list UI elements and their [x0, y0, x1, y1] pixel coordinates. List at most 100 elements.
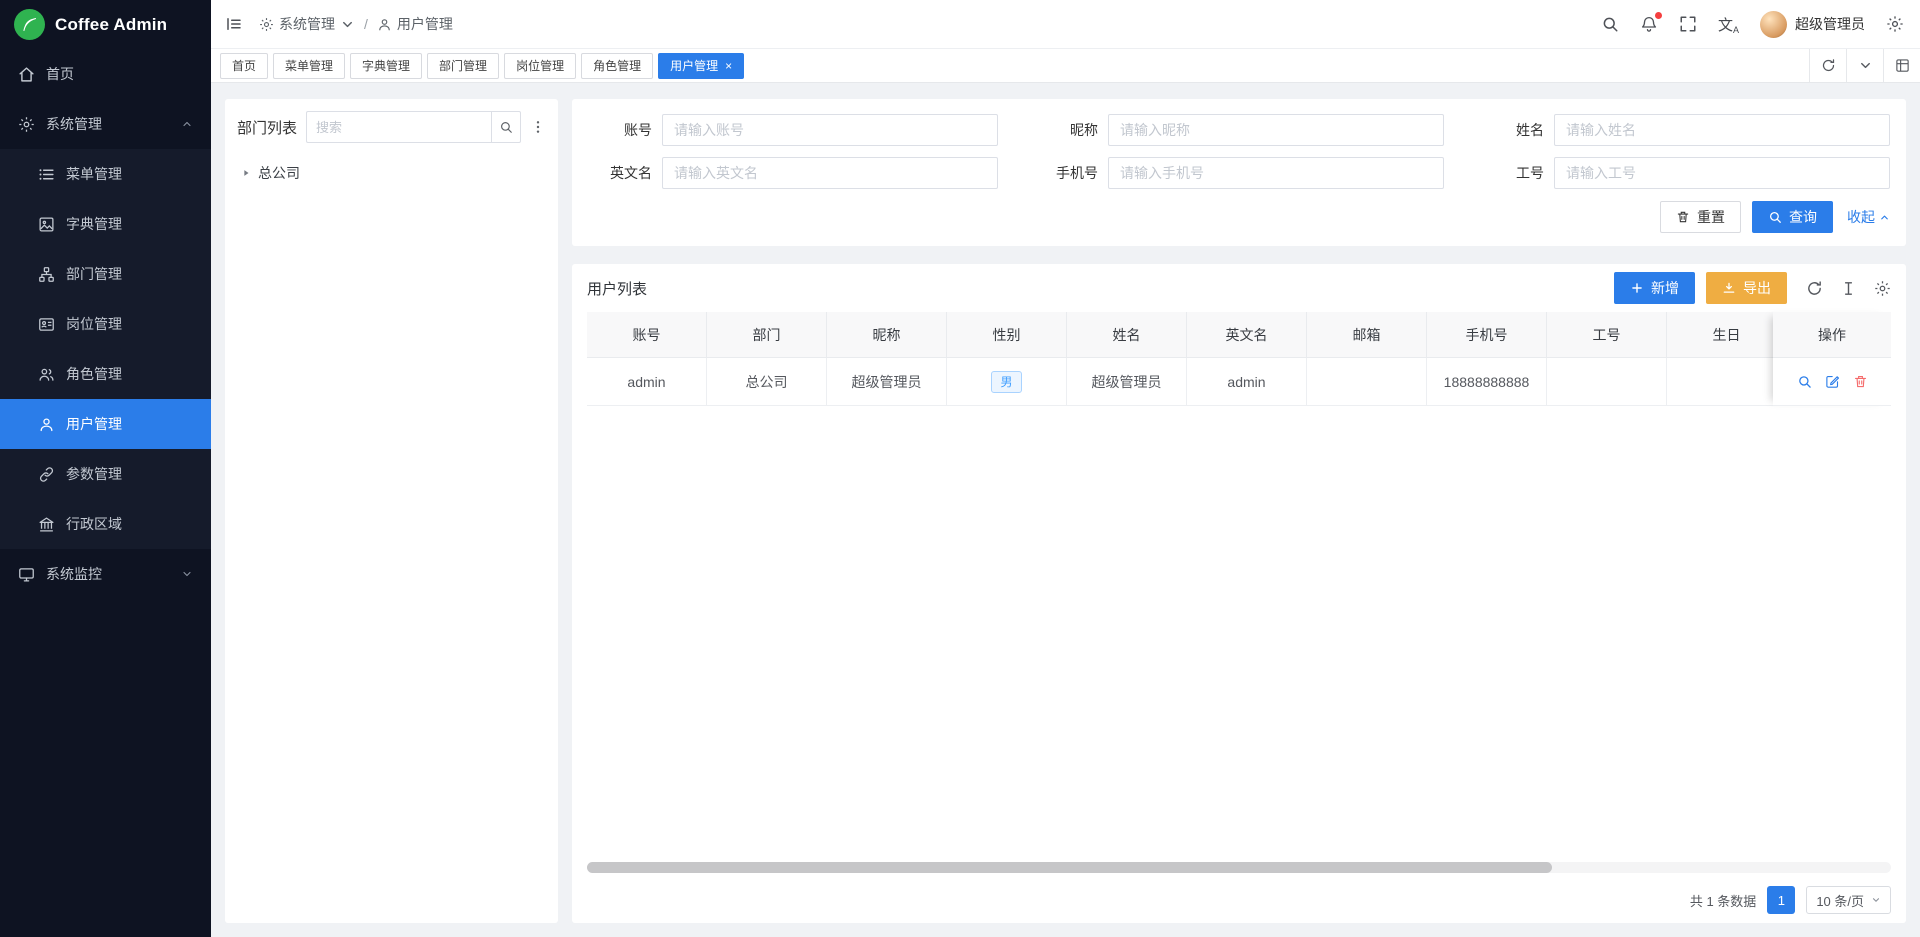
tab-list: 首页 菜单管理 字典管理 部门管理 岗位管理 角色管理 用户管理 × — [220, 53, 1809, 79]
bank-icon — [38, 516, 55, 533]
settings-gear-icon[interactable] — [1886, 15, 1904, 33]
edit-icon[interactable] — [1825, 374, 1840, 389]
user-list-actions: 新增 导出 — [1614, 272, 1891, 304]
refresh-icon[interactable] — [1806, 280, 1823, 297]
id-card-icon — [38, 316, 55, 333]
cell-gender: 男 — [947, 358, 1067, 405]
form-item-phone: 手机号 — [1034, 157, 1444, 189]
bell-icon[interactable] — [1640, 15, 1658, 33]
search-icon — [1768, 210, 1782, 224]
page-size-select[interactable]: 10 条/页 — [1806, 886, 1891, 914]
fullscreen-icon[interactable] — [1679, 15, 1697, 33]
cell-phone: 18888888888 — [1427, 358, 1547, 405]
table-toolbar — [1806, 280, 1891, 297]
export-button[interactable]: 导出 — [1706, 272, 1787, 304]
search-icon[interactable] — [1601, 15, 1619, 33]
translate-icon[interactable]: 文A — [1718, 14, 1739, 35]
content: 部门列表 总公司 — [211, 83, 1920, 937]
tab-menu-management[interactable]: 菜单管理 — [273, 53, 345, 79]
tab-role-management[interactable]: 角色管理 — [581, 53, 653, 79]
column-height-icon[interactable] — [1840, 280, 1857, 297]
sidebar-item-label: 行政区域 — [66, 514, 193, 534]
sidebar-item-label: 部门管理 — [66, 264, 193, 284]
sidebar-item-home[interactable]: 首页 — [0, 49, 211, 99]
user-icon — [38, 416, 55, 433]
breadcrumb-label: 系统管理 — [279, 14, 335, 34]
tab-post-management[interactable]: 岗位管理 — [504, 53, 576, 79]
column-header: 性别 — [947, 312, 1067, 357]
user-menu[interactable]: 超级管理员 — [1760, 11, 1865, 38]
sidebar-item-role-management[interactable]: 角色管理 — [0, 349, 211, 399]
sidebar-item-user-management[interactable]: 用户管理 — [0, 399, 211, 449]
gear-icon[interactable] — [1874, 280, 1891, 297]
form-item-account: 账号 — [588, 114, 998, 146]
tab-dict-management[interactable]: 字典管理 — [350, 53, 422, 79]
breadcrumb-system-management[interactable]: 系统管理 — [259, 14, 355, 34]
sidebar-item-system-monitor[interactable]: 系统监控 — [0, 549, 211, 599]
sidebar-item-region-management[interactable]: 行政区域 — [0, 499, 211, 549]
sidebar-fold-icon[interactable] — [225, 15, 243, 33]
account-input[interactable] — [662, 114, 998, 146]
query-button[interactable]: 查询 — [1752, 201, 1833, 233]
nickname-input[interactable] — [1108, 114, 1444, 146]
user-icon — [377, 17, 392, 32]
page-number-button[interactable]: 1 — [1767, 886, 1795, 914]
breadcrumb-label: 用户管理 — [397, 14, 453, 34]
sidebar-item-dict-management[interactable]: 字典管理 — [0, 199, 211, 249]
phone-input[interactable] — [1108, 157, 1444, 189]
reset-button[interactable]: 重置 — [1660, 201, 1741, 233]
user-table: 账号 部门 昵称 性别 姓名 英文名 邮箱 手机号 工号 生日 ad — [587, 312, 1891, 877]
search-icon[interactable] — [491, 111, 521, 143]
department-search-input[interactable] — [306, 111, 491, 143]
app-logo[interactable]: Coffee Admin — [0, 0, 211, 49]
english-name-input[interactable] — [662, 157, 998, 189]
tab-dept-management[interactable]: 部门管理 — [427, 53, 499, 79]
main-area: 系统管理 / 用户管理 文A 超级管理员 — [211, 0, 1920, 937]
scrollbar-thumb[interactable] — [587, 862, 1552, 873]
tab-home[interactable]: 首页 — [220, 53, 268, 79]
breadcrumb-separator: / — [364, 16, 368, 32]
sidebar-item-label: 岗位管理 — [66, 314, 193, 334]
delete-icon[interactable] — [1853, 374, 1868, 389]
table-header-row: 账号 部门 昵称 性别 姓名 英文名 邮箱 手机号 工号 生日 — [587, 312, 1891, 358]
department-panel: 部门列表 总公司 — [225, 99, 558, 923]
sidebar-item-menu-management[interactable]: 菜单管理 — [0, 149, 211, 199]
tree-node-head-office[interactable]: 总公司 — [237, 158, 546, 188]
sidebar-item-dept-management[interactable]: 部门管理 — [0, 249, 211, 299]
tab-user-management[interactable]: 用户管理 × — [658, 53, 744, 79]
caret-right-icon[interactable] — [241, 168, 251, 178]
chevron-up-icon — [1879, 212, 1890, 223]
breadcrumb-user-management[interactable]: 用户管理 — [377, 14, 453, 34]
view-icon[interactable] — [1797, 374, 1812, 389]
org-tree-icon — [38, 266, 55, 283]
add-user-button[interactable]: 新增 — [1614, 272, 1695, 304]
coffee-leaf-icon — [14, 9, 45, 40]
form-item-work-id: 工号 — [1480, 157, 1890, 189]
plus-icon — [1630, 281, 1644, 295]
sidebar-item-post-management[interactable]: 岗位管理 — [0, 299, 211, 349]
name-input[interactable] — [1554, 114, 1890, 146]
header-actions: 文A 超级管理员 — [1601, 11, 1904, 38]
sidebar-item-label: 用户管理 — [66, 414, 193, 434]
sidebar-item-param-management[interactable]: 参数管理 — [0, 449, 211, 499]
refresh-icon[interactable] — [1809, 49, 1846, 82]
department-tree: 总公司 — [237, 158, 546, 188]
cell-work-id — [1547, 358, 1667, 405]
column-header: 生日 — [1667, 312, 1787, 357]
collapse-toggle[interactable]: 收起 — [1847, 207, 1890, 227]
operation-column: 操作 — [1773, 312, 1891, 406]
sidebar-item-system-management[interactable]: 系统管理 — [0, 99, 211, 149]
department-search — [306, 111, 521, 143]
column-header: 邮箱 — [1307, 312, 1427, 357]
search-form: 账号 昵称 姓名 英文名 — [572, 99, 1906, 246]
close-icon[interactable]: × — [725, 60, 732, 72]
cell-nickname: 超级管理员 — [827, 358, 947, 405]
work-id-input[interactable] — [1554, 157, 1890, 189]
layout-icon[interactable] — [1883, 49, 1920, 82]
app-title: Coffee Admin — [55, 15, 167, 35]
chevron-down-icon[interactable] — [1846, 49, 1883, 82]
download-icon — [1722, 281, 1736, 295]
gear-icon — [259, 17, 274, 32]
more-dots-icon[interactable] — [530, 119, 546, 135]
breadcrumb: 系统管理 / 用户管理 — [259, 14, 453, 34]
